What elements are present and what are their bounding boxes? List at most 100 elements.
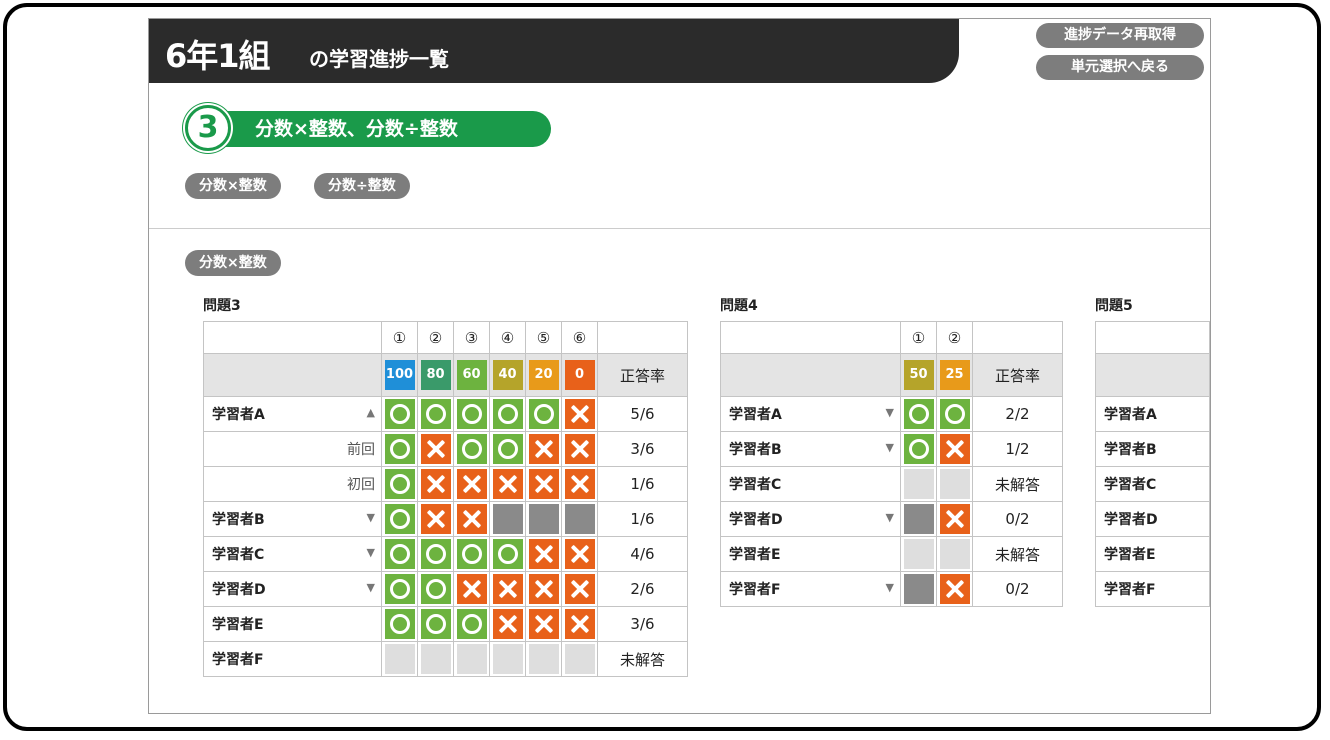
wrong-cross-icon (528, 609, 559, 639)
attempt-label: 初回 (203, 466, 382, 502)
student-name[interactable]: 学習者D ▼ (720, 501, 901, 537)
answer-cell (453, 536, 490, 572)
answer-cell (525, 501, 562, 537)
wrong-cross-icon (564, 574, 595, 604)
unit-number: 3 (185, 105, 231, 151)
wrong-cross-icon (492, 609, 523, 639)
correct-circle-icon (492, 399, 523, 429)
expand-arrow-icon[interactable]: ▼ (886, 441, 894, 454)
student-name-text: 学習者E (729, 547, 781, 563)
unattempted-mark (492, 504, 523, 534)
score-cell: 60 (453, 353, 490, 397)
student-row: 学習者F 未解答 (203, 641, 688, 677)
score-cell: 50 (900, 353, 937, 397)
correct-rate: 2/6 (597, 571, 688, 607)
answer-cell (561, 641, 598, 677)
answer-cell (900, 571, 937, 607)
empty-cell (203, 321, 382, 354)
score-cell: 40 (489, 353, 526, 397)
answer-cell (417, 536, 454, 572)
expand-arrow-icon[interactable]: ▼ (886, 511, 894, 524)
empty-mark (564, 644, 595, 674)
score-cell: 0 (561, 353, 598, 397)
back-to-unit-select-button[interactable]: 単元選択へ戻る (1036, 55, 1204, 80)
student-name-text: 学習者C (212, 547, 265, 563)
correct-circle-icon (903, 434, 934, 464)
correct-circle-icon (456, 434, 487, 464)
answer-cell (489, 501, 526, 537)
empty-mark (492, 644, 523, 674)
student-name-text: 学習者B (212, 512, 265, 528)
answer-cell (417, 396, 454, 432)
page-header: 6年1組 の学習進捗一覧 (149, 19, 959, 83)
answer-cell (561, 536, 598, 572)
wrong-cross-icon (564, 539, 595, 569)
expand-arrow-icon[interactable]: ▼ (367, 546, 375, 559)
class-name: 6年1組 (165, 37, 271, 75)
answer-cell (381, 431, 418, 467)
student-name[interactable]: 学習者B ▼ (203, 501, 382, 537)
expand-arrow-icon[interactable]: ▼ (886, 406, 894, 419)
correct-circle-icon (384, 504, 415, 534)
student-name[interactable]: 学習者A ▼ (720, 396, 901, 432)
answer-cell (453, 571, 490, 607)
score-badge: 40 (492, 360, 523, 390)
wrong-cross-icon (528, 574, 559, 604)
student-row: 学習者D (1095, 501, 1210, 537)
correct-circle-icon (384, 574, 415, 604)
empty-cell (203, 353, 382, 397)
collapse-arrow-icon[interactable]: ▲ (367, 406, 375, 419)
student-name: 学習者F (203, 641, 382, 677)
student-row: 学習者E 未解答 (720, 536, 1063, 572)
student-name-text: 学習者D (212, 582, 266, 598)
wrong-cross-icon (564, 469, 595, 499)
filter-chip-divide[interactable]: 分数÷整数 (314, 173, 410, 199)
student-name[interactable]: 学習者A ▲ (203, 396, 382, 432)
student-row: 学習者E (1095, 536, 1210, 572)
answer-cell (525, 396, 562, 432)
question-number: ④ (489, 321, 526, 354)
empty-mark (384, 644, 415, 674)
correct-rate: 4/6 (597, 536, 688, 572)
divider (149, 228, 1210, 229)
answer-cell (900, 501, 937, 537)
answer-cell (453, 606, 490, 642)
empty-cell (1095, 321, 1210, 354)
answer-cell (936, 431, 973, 467)
student-name-text: 学習者A (1104, 407, 1157, 423)
expand-arrow-icon[interactable]: ▼ (886, 581, 894, 594)
empty-mark (456, 644, 487, 674)
answer-cell (936, 536, 973, 572)
correct-rate: 1/2 (972, 431, 1063, 467)
answer-cell (900, 396, 937, 432)
wrong-cross-icon (564, 434, 595, 464)
student-name: 学習者C (1095, 466, 1210, 502)
student-name[interactable]: 学習者D ▼ (203, 571, 382, 607)
student-name[interactable]: 学習者C ▼ (203, 536, 382, 572)
student-row: 学習者A ▲ 5/6 (203, 396, 688, 432)
student-row: 学習者D ▼ 0/2 (720, 501, 1063, 537)
student-name[interactable]: 学習者B ▼ (720, 431, 901, 467)
answer-cell (417, 431, 454, 467)
wrong-cross-icon (564, 399, 595, 429)
score-cell: 80 (417, 353, 454, 397)
correct-rate-header: 正答率 (597, 353, 688, 397)
filter-chip-multiply[interactable]: 分数×整数 (185, 173, 281, 199)
expand-arrow-icon[interactable]: ▼ (367, 581, 375, 594)
score-badge: 60 (456, 360, 487, 390)
student-name: 学習者E (720, 536, 901, 572)
wrong-cross-icon (528, 434, 559, 464)
refetch-progress-button[interactable]: 進捗データ再取得 (1036, 23, 1204, 48)
student-row: 学習者B ▼ 1/2 (720, 431, 1063, 467)
correct-circle-icon (384, 539, 415, 569)
correct-circle-icon (492, 434, 523, 464)
answer-cell (525, 466, 562, 502)
unattempted-mark (903, 504, 934, 534)
wrong-cross-icon (420, 469, 451, 499)
student-name[interactable]: 学習者F ▼ (720, 571, 901, 607)
answer-cell (489, 571, 526, 607)
expand-arrow-icon[interactable]: ▼ (367, 511, 375, 524)
score-row: 50 25 正答率 (720, 353, 1063, 397)
student-row: 学習者C (1095, 466, 1210, 502)
correct-rate: 3/6 (597, 431, 688, 467)
